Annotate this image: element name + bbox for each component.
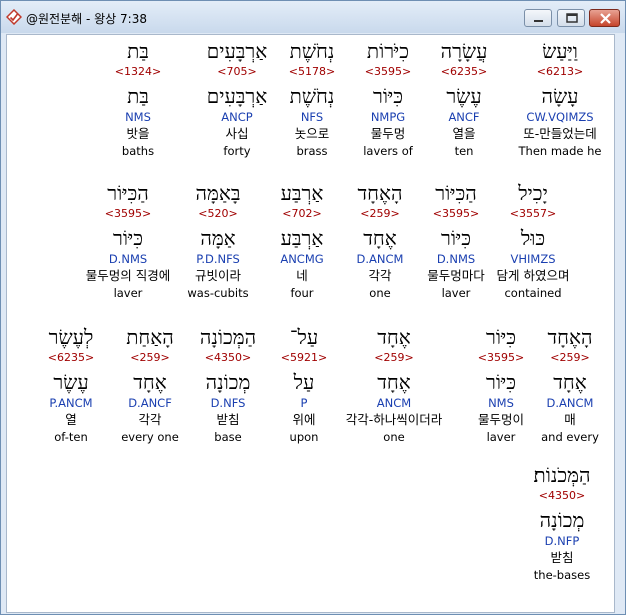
strong-number: <3595> xyxy=(477,351,525,364)
morph-code: D.NFP xyxy=(544,534,580,548)
word-cell[interactable]: אֶחָד <259> אֶחָד ANCM 각각-하나씩이더라 one xyxy=(342,324,446,445)
korean-gloss: 규빗이라 xyxy=(194,268,241,283)
english-gloss: Then made he xyxy=(518,144,602,158)
korean-gloss: 각각-하나씩이더라 xyxy=(345,412,443,427)
hebrew-word: לְעֶשֶׂר xyxy=(48,325,94,349)
strong-number: <520> xyxy=(198,207,238,220)
morph-code: P.D.NFS xyxy=(196,252,240,266)
hebrew-word: הַכִּיּוֹר xyxy=(107,181,149,205)
strong-number: <259> xyxy=(374,351,414,364)
korean-gloss: 물두멍이 xyxy=(477,412,524,427)
hebrew-word: בָּאַמָּה xyxy=(195,181,241,205)
hebrew-word: כִּיּוֹר xyxy=(486,325,516,349)
morph-code: ANCP xyxy=(221,110,253,124)
minimize-icon xyxy=(534,20,543,22)
hebrew-word: בַּת xyxy=(127,39,149,63)
close-button[interactable] xyxy=(589,9,620,27)
korean-gloss: 사십 xyxy=(225,126,249,141)
hebrew-word: הַמְּכֹנוֹת׃ xyxy=(533,463,591,487)
lemma-word: אַמָּה xyxy=(200,226,236,250)
korean-gloss: 물두멍의 직경에 xyxy=(85,268,171,283)
lemma-word: כִּיּוֹר xyxy=(113,226,143,250)
lemma-word: בַּת xyxy=(127,84,149,108)
english-gloss: the-bases xyxy=(533,568,591,582)
morph-code: NMS xyxy=(488,396,514,410)
word-cell[interactable]: לְעֶשֶׂר <6235> עֶשֶׂר P.ANCM 열 of-ten xyxy=(19,324,123,445)
morph-code: D.NMS xyxy=(108,252,148,266)
english-gloss: laver xyxy=(486,430,516,444)
lemma-word: כִּיּוֹר xyxy=(486,370,516,394)
strong-number: <1324> xyxy=(114,65,162,78)
word-cell[interactable]: הַמְּכֹנוֹת׃ <4350> מְכוֹנָה D.NFP 받침 the-bas… xyxy=(510,462,614,583)
parsing-grid: וַיַּעַשׂ <6213> עָשָׂה CW.VQIMZS 또-만들었는데 The… xyxy=(6,34,615,613)
english-gloss: laver xyxy=(113,286,143,300)
morph-code: CW.VQIMZS xyxy=(526,110,594,124)
korean-gloss: 또-만들었는데 xyxy=(523,126,597,141)
morph-code: P.ANCM xyxy=(49,396,93,410)
word-cell[interactable]: הַכִּיּוֹר <3595> כִּיּוֹר D.NMS 물두멍의 직경에 lav… xyxy=(76,180,180,301)
english-gloss: was-cubits xyxy=(187,286,249,300)
minimize-button[interactable] xyxy=(524,9,552,27)
window-title: @원전분해 - 왕상 7:38 xyxy=(26,12,147,26)
close-icon xyxy=(600,13,611,24)
title-bar[interactable]: @원전분해 - 왕상 7:38 xyxy=(1,1,625,33)
english-gloss: baths xyxy=(121,144,155,158)
hebrew-word: אַרְבָּעִים xyxy=(206,39,268,63)
strong-number: <6235> xyxy=(47,351,95,364)
word-cell[interactable]: כִּיּוֹר <3595> כִּיּוֹר NMS 물두멍이 laver xyxy=(449,324,553,445)
strong-number: <4350> xyxy=(538,489,586,502)
english-gloss: of-ten xyxy=(54,430,88,444)
english-gloss: forty xyxy=(223,144,251,158)
diamond-check-icon xyxy=(6,9,22,25)
word-cell[interactable]: וַיַּעַשׂ <6213> עָשָׂה CW.VQIMZS 또-만들었는데 The… xyxy=(508,38,612,174)
lemma-word: אֶחָד xyxy=(377,370,411,394)
strong-number: <6213> xyxy=(536,65,584,78)
maximize-button[interactable] xyxy=(557,9,585,27)
lemma-word: אַרְבָּעִים xyxy=(206,84,268,108)
korean-gloss: 밧을 xyxy=(126,126,150,141)
hebrew-word: וַיַּעַשׂ xyxy=(542,39,578,63)
strong-number: <705> xyxy=(217,65,257,78)
lemma-word: מְכוֹנָה xyxy=(539,508,585,532)
korean-gloss: 받침 xyxy=(550,550,574,565)
hebrew-word: אֶחָד xyxy=(377,325,411,349)
english-gloss: one xyxy=(383,430,405,444)
lemma-word: עֶשֶׂר xyxy=(53,370,89,394)
word-cell[interactable]: בָּאַמָּה <520> אַמָּה P.D.NFS 규빗이라 was-cubit… xyxy=(166,180,270,301)
lemma-word: עָשָׂה xyxy=(541,84,579,108)
korean-gloss: 열 xyxy=(65,412,77,427)
word-cell[interactable]: בַּת <1324> בַּת NMS 밧을 baths xyxy=(86,38,190,159)
app-window: @원전분해 - 왕상 7:38 וַיַּעַשׂ <6213> עָשָׂה CW.… xyxy=(0,0,626,615)
strong-number: <3595> xyxy=(104,207,152,220)
morph-code: ANCM xyxy=(376,396,412,410)
word-cell[interactable]: אַרְבָּעִים <705> אַרְבָּעִים ANCP 사십 forty xyxy=(185,38,289,159)
maximize-icon xyxy=(566,13,578,23)
morph-code: NMS xyxy=(125,110,151,124)
